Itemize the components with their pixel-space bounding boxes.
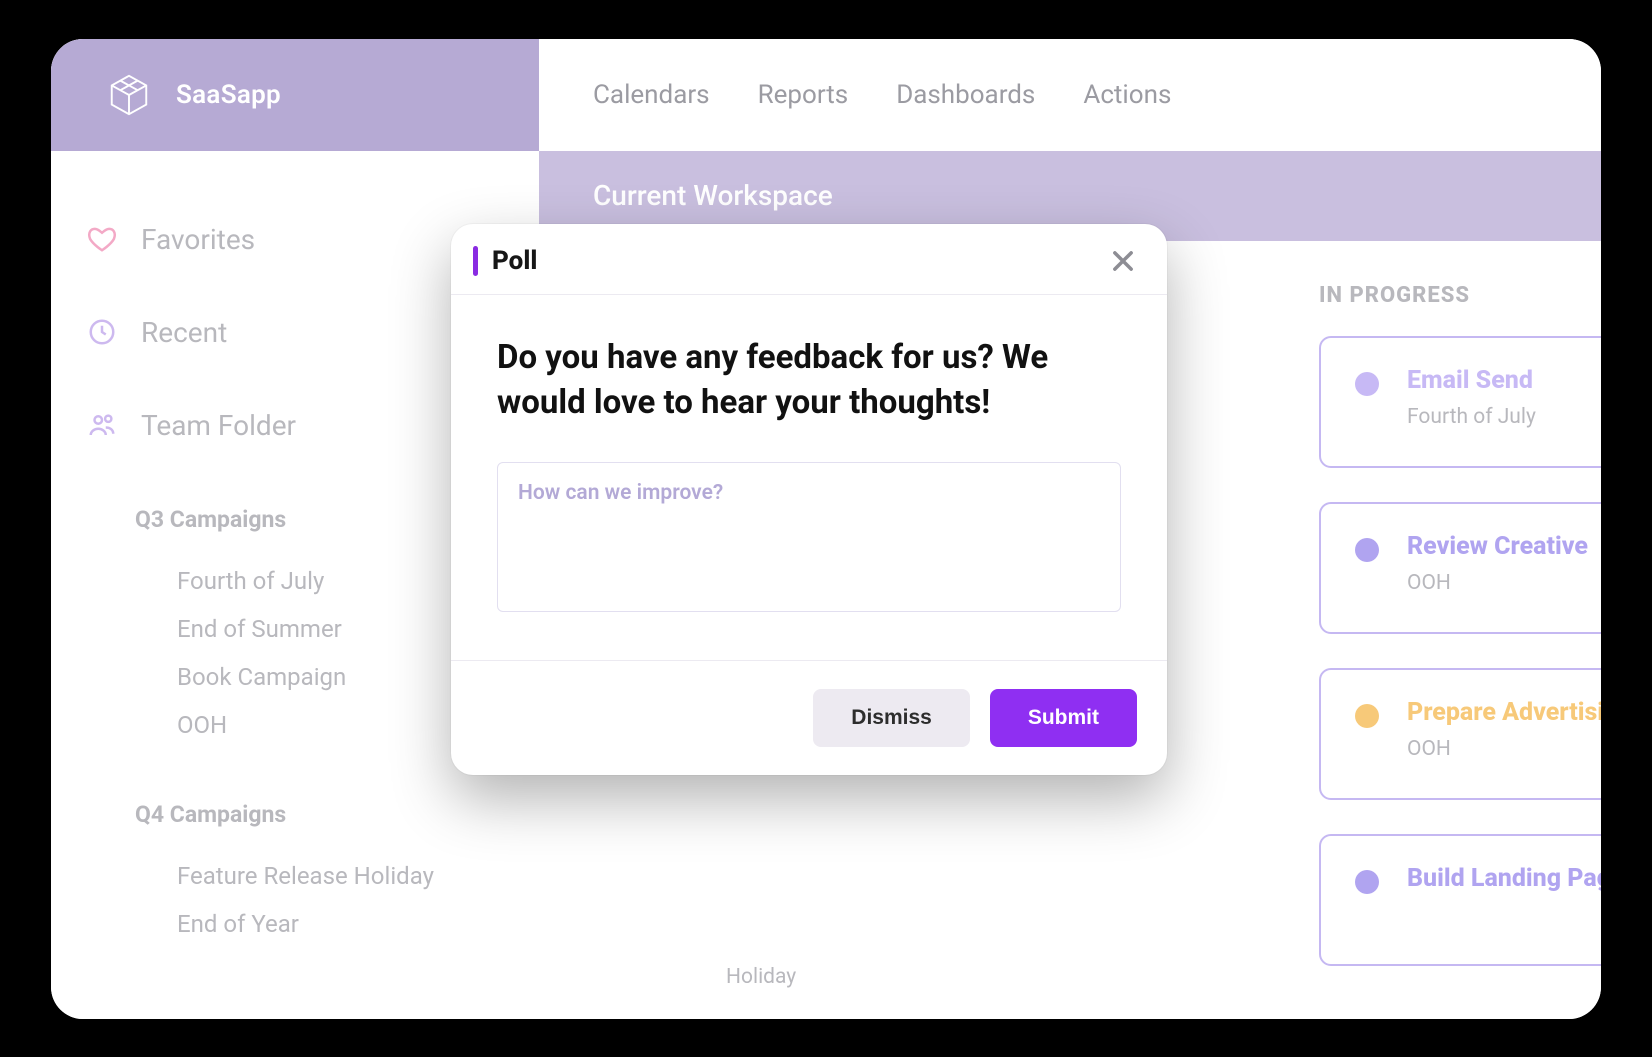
heart-icon (87, 224, 117, 254)
modal-question: Do you have any feedback for us? We woul… (497, 335, 1121, 426)
workspace-label: Current Workspace (593, 179, 833, 212)
folder-group-q4: Q4 Campaigns Feature Release Holiday End… (73, 801, 539, 948)
topnav-calendars[interactable]: Calendars (593, 80, 710, 110)
folder-item[interactable]: Feature Release Holiday (177, 852, 539, 900)
brand: SaaSapp (51, 39, 539, 151)
status-dot-icon (1355, 372, 1379, 396)
close-icon[interactable] (1109, 247, 1137, 275)
card-title: Prepare Advertising (1407, 698, 1601, 727)
sidebar-item-label: Recent (141, 316, 227, 349)
card[interactable]: Prepare Advertising OOH (1319, 668, 1601, 800)
topnav-dashboards[interactable]: Dashboards (896, 80, 1035, 110)
clock-icon (87, 317, 117, 347)
topnav-reports[interactable]: Reports (758, 80, 849, 110)
brand-logo-icon (106, 72, 152, 118)
brand-name: SaaSapp (176, 80, 281, 110)
card-list: Email Send Fourth of July Review Creativ… (1319, 336, 1601, 966)
modal-title: Poll (492, 246, 537, 276)
modal-footer: Dismiss Submit (451, 660, 1167, 775)
card[interactable]: Build Landing Page (1319, 834, 1601, 966)
card[interactable]: Review Creative OOH (1319, 502, 1601, 634)
card[interactable]: Email Send Fourth of July (1319, 336, 1601, 468)
modal-header: Poll (451, 224, 1167, 295)
sidebar-item-label: Favorites (141, 223, 255, 256)
topnav: Calendars Reports Dashboards Actions (539, 39, 1601, 151)
board-column-in-progress: IN PROGRESS Email Send Fourth of July (1319, 283, 1601, 1019)
card-subtitle: Fourth of July (1407, 405, 1536, 429)
card-title: Email Send (1407, 366, 1536, 395)
modal-accent-bar (473, 246, 478, 276)
modal-body: Do you have any feedback for us? We woul… (451, 295, 1167, 660)
card-title: Review Creative (1407, 532, 1588, 561)
topnav-actions[interactable]: Actions (1083, 80, 1171, 110)
sidebar-item-label: Team Folder (141, 409, 296, 442)
team-icon (87, 410, 117, 440)
column-title: IN PROGRESS (1319, 283, 1601, 308)
dismiss-button[interactable]: Dismiss (813, 689, 970, 747)
status-dot-icon (1355, 704, 1379, 728)
feedback-input[interactable] (497, 462, 1121, 612)
card-subtitle: Holiday (726, 965, 796, 989)
folder-item[interactable]: End of Year (177, 900, 539, 948)
status-dot-icon (1355, 870, 1379, 894)
card-subtitle: OOH (1407, 571, 1588, 595)
card-subtitle: OOH (1407, 737, 1601, 761)
folder-title: Q4 Campaigns (135, 801, 539, 828)
poll-modal: Poll Do you have any feedback for us? We… (451, 224, 1167, 775)
card-title: Build Landing Page (1407, 864, 1601, 893)
submit-button[interactable]: Submit (990, 689, 1137, 747)
app-window: SaaSapp Favorites Recent (51, 39, 1601, 1019)
status-dot-icon (1355, 538, 1379, 562)
